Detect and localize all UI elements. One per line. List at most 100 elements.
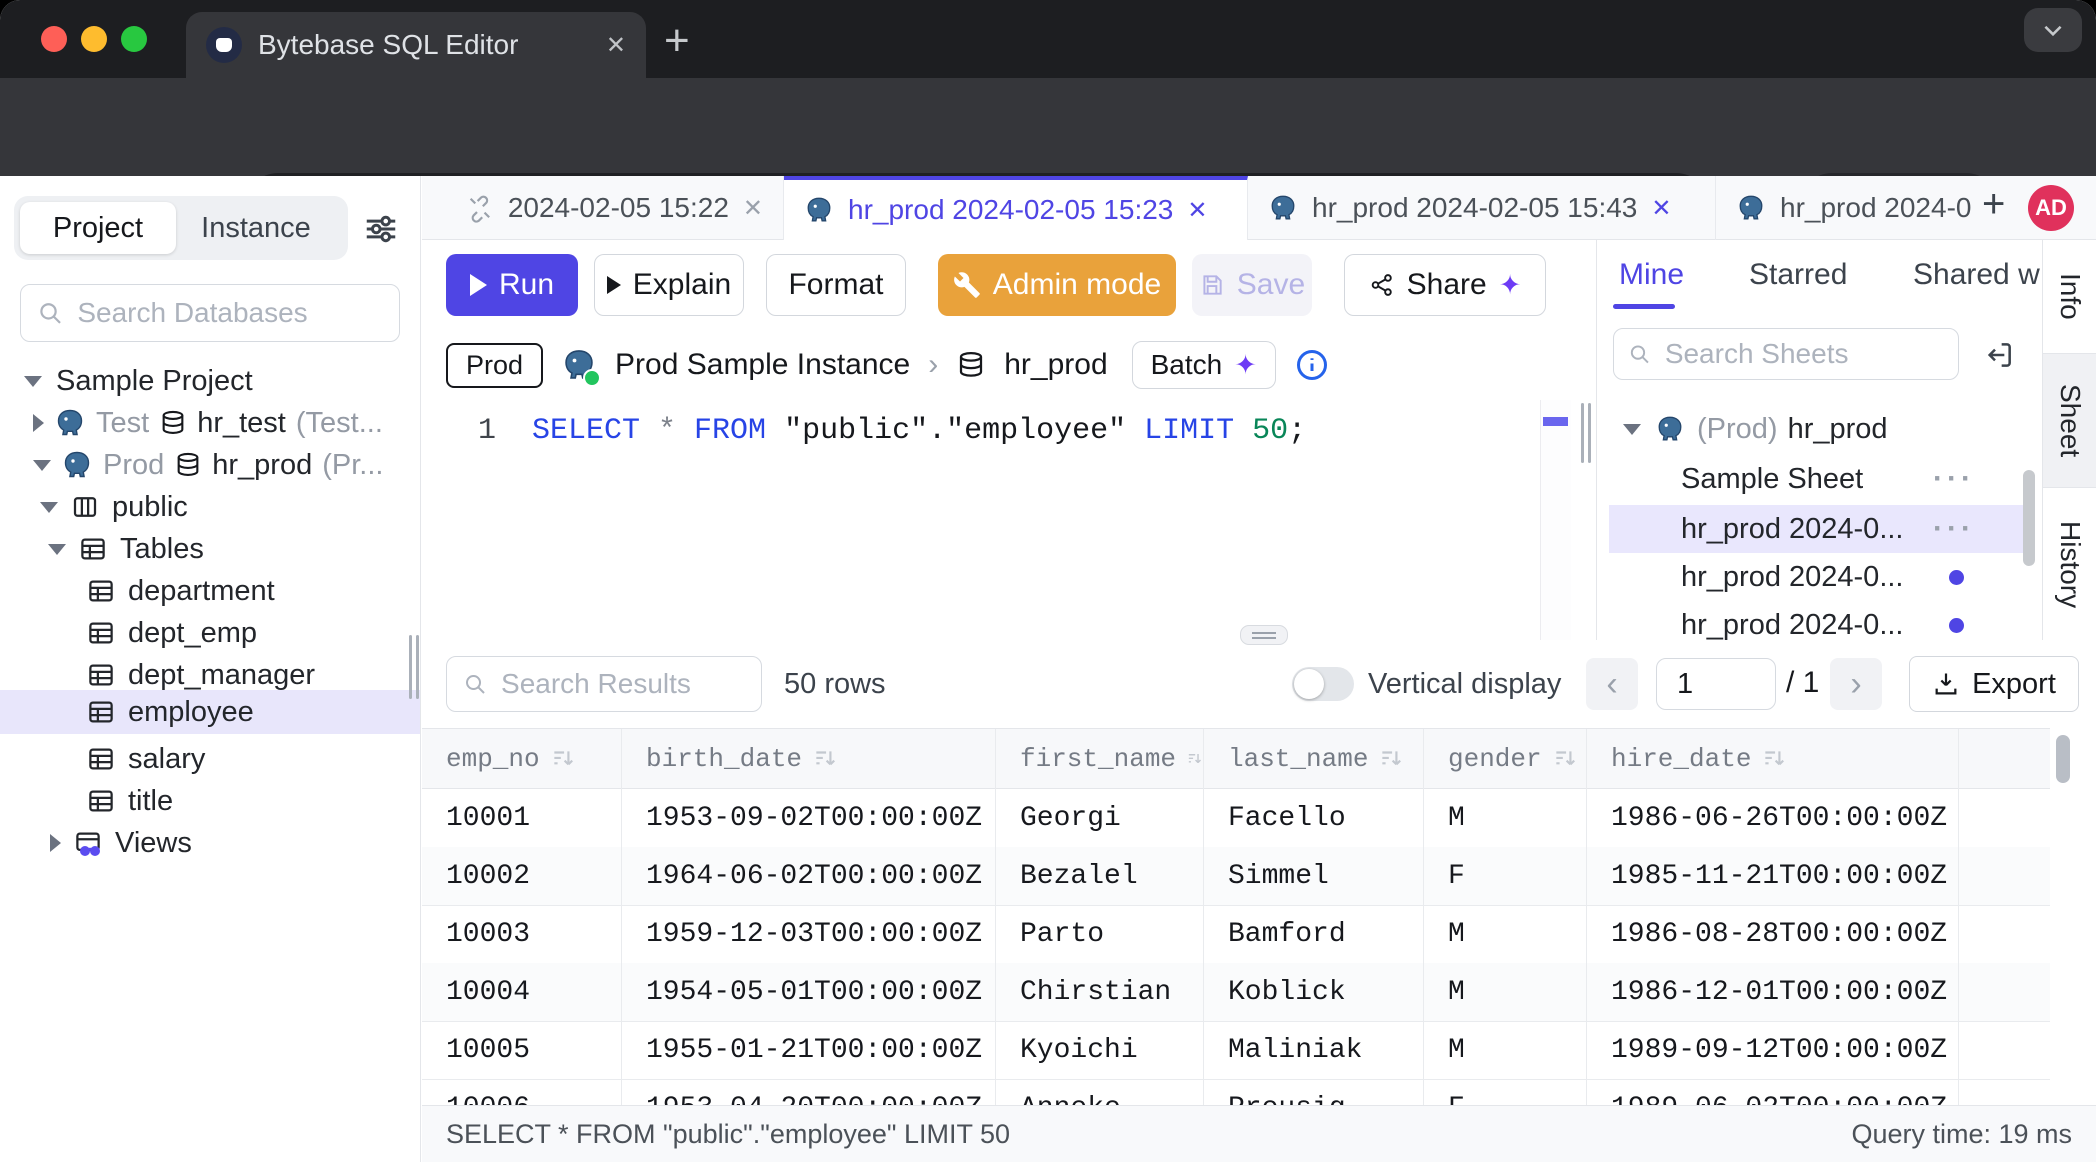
sort-icon[interactable] xyxy=(1761,746,1787,772)
column-header[interactable]: hire_date xyxy=(1587,729,1959,789)
sheet-tab-4[interactable]: hr_prod 2024-0 xyxy=(1716,176,1976,240)
explain-button[interactable]: Explain xyxy=(594,254,744,316)
browser-tab-close-icon[interactable]: ✕ xyxy=(606,31,626,60)
sheet-item-selected[interactable]: hr_prod 2024-0... ··· xyxy=(1609,505,2023,553)
tree-item-table-salary[interactable]: salary xyxy=(86,738,205,780)
tree-item-table-employee[interactable]: employee xyxy=(86,691,254,733)
sheet-tab-3[interactable]: hr_prod 2024-02-05 15:43 ✕ xyxy=(1248,176,1716,240)
side-tab-info[interactable]: Info xyxy=(2043,240,2096,354)
run-button[interactable]: Run xyxy=(446,254,578,316)
table-row[interactable]: 100011953-09-02T00:00:00ZGeorgiFacelloM1… xyxy=(422,789,2050,848)
avatar[interactable]: AD xyxy=(2028,185,2074,231)
side-tab-history[interactable]: History xyxy=(2043,488,2096,642)
filter-sliders-icon[interactable] xyxy=(362,210,400,248)
caret-down-icon[interactable] xyxy=(1623,424,1641,435)
browser-tab[interactable]: Bytebase SQL Editor ✕ xyxy=(186,12,646,78)
scrollbar-thumb[interactable] xyxy=(2023,470,2035,566)
close-icon[interactable]: ✕ xyxy=(743,194,763,223)
sort-icon[interactable] xyxy=(1378,746,1404,772)
table-scrollbar-thumb[interactable] xyxy=(2056,735,2070,783)
caret-down-icon[interactable] xyxy=(48,544,66,555)
save-button[interactable]: Save xyxy=(1192,254,1312,316)
sheet-item-clipped[interactable]: hr_prod 2024-0... xyxy=(1681,388,2043,396)
page-number-field[interactable] xyxy=(1656,658,1776,710)
format-button[interactable]: Format xyxy=(766,254,906,316)
tab-instance[interactable]: Instance xyxy=(176,202,336,254)
caret-right-icon[interactable] xyxy=(50,834,61,852)
sql-code-line[interactable]: SELECT * FROM "public"."employee" LIMIT … xyxy=(532,414,1306,448)
sort-icon[interactable] xyxy=(550,746,576,772)
batch-button[interactable]: Batch✦ xyxy=(1132,341,1276,389)
admin-mode-button[interactable]: Admin mode xyxy=(938,254,1176,316)
vertical-display-toggle[interactable] xyxy=(1292,667,1354,701)
table-row[interactable]: 100031959-12-03T00:00:00ZPartoBamfordM19… xyxy=(422,905,2050,964)
search-databases-field[interactable] xyxy=(20,284,400,342)
column-header[interactable]: first_name xyxy=(996,729,1204,789)
close-icon[interactable]: ✕ xyxy=(1187,196,1207,225)
editor-minimap[interactable] xyxy=(1540,400,1571,640)
tree-item-schema-public[interactable]: public xyxy=(40,486,188,528)
split-drag-handle[interactable] xyxy=(1240,625,1288,645)
sort-icon[interactable] xyxy=(1186,746,1203,772)
more-actions-icon[interactable]: ··· xyxy=(1933,512,1975,546)
sql-editor[interactable]: 1 SELECT * FROM "public"."employee" LIMI… xyxy=(422,400,1596,640)
caret-right-icon[interactable] xyxy=(33,414,44,432)
tree-item-views-group[interactable]: Views xyxy=(50,822,192,864)
prev-page-button[interactable]: ‹ xyxy=(1586,658,1638,710)
sort-icon[interactable] xyxy=(1552,746,1578,772)
sheet-item-sample[interactable]: Sample Sheet ··· xyxy=(1597,455,2027,503)
search-databases-input[interactable] xyxy=(75,296,383,330)
new-sheet-button[interactable]: + xyxy=(1982,182,2005,227)
search-results-input[interactable] xyxy=(499,667,745,701)
tree-item-tables-group[interactable]: Tables xyxy=(48,528,204,570)
search-sheets-input[interactable] xyxy=(1663,337,1944,371)
tree-item-table-dept-emp[interactable]: dept_emp xyxy=(86,612,257,654)
more-actions-icon[interactable]: ··· xyxy=(1933,462,1975,496)
side-tab-sheet[interactable]: Sheet xyxy=(2043,354,2096,488)
sheet-tab-2-active[interactable]: hr_prod 2024-02-05 15:23 ✕ xyxy=(784,176,1248,240)
sheet-group-hr-prod[interactable]: (Prod) hr_prod xyxy=(1597,405,2027,453)
caret-down-icon[interactable] xyxy=(40,502,58,513)
tab-shared[interactable]: Shared w xyxy=(1913,258,2040,292)
table-row[interactable]: 100021964-06-02T00:00:00ZBezalelSimmelF1… xyxy=(422,847,2050,906)
next-page-button[interactable]: › xyxy=(1830,658,1882,710)
traffic-light-minimize[interactable] xyxy=(81,26,107,52)
ai-sparkles-icon[interactable]: ✦ xyxy=(1499,272,1522,299)
sidebar-resize-handle[interactable] xyxy=(409,635,412,699)
collapse-panel-icon[interactable] xyxy=(1983,339,2015,371)
tree-item-hr-prod[interactable]: Prod hr_prod (Pr... xyxy=(33,444,383,486)
sheet-item-unsaved[interactable]: hr_prod 2024-0... xyxy=(1597,601,2027,640)
table-row[interactable]: 100051955-01-21T00:00:00ZKyoichiMaliniak… xyxy=(422,1021,2050,1080)
table-row[interactable]: 100041954-05-01T00:00:00ZChirstianKoblic… xyxy=(422,963,2050,1022)
panel-resize-handle[interactable] xyxy=(1581,403,1584,463)
search-sheets-field[interactable] xyxy=(1613,328,1959,380)
sort-icon[interactable] xyxy=(812,746,838,772)
page-number-input[interactable] xyxy=(1675,667,1757,702)
search-results-field[interactable] xyxy=(446,656,762,712)
column-header[interactable]: emp_no xyxy=(422,729,622,789)
sheet-tab-1[interactable]: 2024-02-05 15:22 ✕ xyxy=(446,176,784,240)
instance-name[interactable]: Prod Sample Instance xyxy=(615,348,910,382)
traffic-light-close[interactable] xyxy=(41,26,67,52)
export-button[interactable]: Export xyxy=(1909,656,2079,712)
caret-down-icon[interactable] xyxy=(24,376,42,387)
info-circle-icon[interactable] xyxy=(1294,347,1330,383)
share-button[interactable]: Share ✦ xyxy=(1344,254,1546,316)
column-header[interactable]: last_name xyxy=(1204,729,1424,789)
table-row-clipped[interactable]: 100061953-04-20T00:00:00ZAnnekePreusigF1… xyxy=(422,1079,2050,1106)
tree-item-table-department[interactable]: department xyxy=(86,570,275,612)
database-name[interactable]: hr_prod xyxy=(1004,348,1107,382)
new-tab-button[interactable]: + xyxy=(664,16,690,66)
caret-down-icon[interactable] xyxy=(33,460,51,471)
tab-search-chevron-button[interactable] xyxy=(2024,8,2082,52)
tree-item-project[interactable]: Sample Project xyxy=(24,360,253,402)
column-header[interactable]: gender xyxy=(1424,729,1587,789)
sheet-item-unsaved[interactable]: hr_prod 2024-0... xyxy=(1597,553,2027,601)
column-header[interactable]: birth_date xyxy=(622,729,996,789)
traffic-light-zoom[interactable] xyxy=(121,26,147,52)
tree-item-table-title[interactable]: title xyxy=(86,780,173,822)
sidebar-resize-handle[interactable] xyxy=(416,635,419,699)
tree-item-hr-test[interactable]: Test hr_test (Test... xyxy=(33,402,383,444)
close-icon[interactable]: ✕ xyxy=(1651,194,1671,223)
panel-resize-handle[interactable] xyxy=(1588,403,1591,463)
